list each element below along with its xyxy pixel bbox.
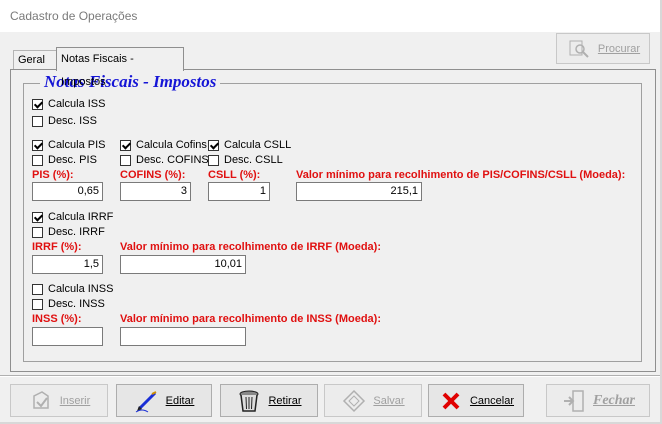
procurar-label: Procurar <box>597 42 641 55</box>
salvar-button[interactable]: Salvar <box>324 384 422 417</box>
insert-doc-icon <box>28 388 54 414</box>
desc-cofins-checkbox[interactable]: Desc. COFINS <box>120 154 209 166</box>
save-disk-icon <box>341 388 367 414</box>
checkbox-label: Calcula PIS <box>48 139 106 151</box>
calcula-inss-checkbox[interactable]: Calcula INSS <box>32 283 113 295</box>
checkbox-box <box>208 154 219 166</box>
desc-irrf-checkbox[interactable]: Desc. IRRF <box>32 226 105 238</box>
retirar-button[interactable]: Retirar <box>220 384 318 417</box>
calcula-iss-checkbox[interactable]: Calcula ISS <box>32 98 105 110</box>
calcula-irrf-checkbox[interactable]: Calcula IRRF <box>32 211 113 223</box>
retirar-label: Retirar <box>268 394 302 407</box>
desc-inss-checkbox[interactable]: Desc. INSS <box>32 298 105 310</box>
irrf-label: IRRF (%): <box>32 241 82 253</box>
checkbox-label: Calcula Cofins <box>136 139 207 151</box>
checkbox-box <box>32 139 43 151</box>
pis-label: PIS (%): <box>32 169 74 181</box>
desc-iss-checkbox[interactable]: Desc. ISS <box>32 115 97 127</box>
checkbox-label: Desc. CSLL <box>224 154 283 166</box>
checkbox-box <box>32 298 43 310</box>
cancel-x-icon <box>438 388 464 414</box>
checkbox-label: Desc. IRRF <box>48 226 105 238</box>
checkbox-label: Desc. PIS <box>48 154 97 166</box>
fechar-label: Fechar <box>593 392 635 408</box>
pcc-min-label: Valor mínimo para recolhimento de PIS/CO… <box>296 169 626 181</box>
salvar-label: Salvar <box>373 394 405 407</box>
irrf-min-label: Valor mínimo para recolhimento de IRRF (… <box>120 241 381 253</box>
search-icon <box>566 36 592 62</box>
pcc-min-input[interactable]: 215,1 <box>296 182 422 201</box>
csll-input[interactable]: 1 <box>208 182 270 201</box>
checkbox-label: Desc. ISS <box>48 115 97 127</box>
checkbox-box <box>32 98 43 110</box>
editar-button[interactable]: Editar <box>116 384 212 417</box>
checkbox-box <box>32 211 43 223</box>
irrf-min-input[interactable]: 10,01 <box>120 255 246 274</box>
pen-edit-icon <box>134 388 160 414</box>
trash-icon <box>236 388 262 414</box>
checkbox-box <box>32 283 43 295</box>
checkbox-box <box>32 154 43 166</box>
tab-geral-label: Geral <box>18 54 45 66</box>
cancelar-label: Cancelar <box>469 394 515 407</box>
procurar-button[interactable]: Procurar <box>556 33 650 64</box>
window-title: Cadastro de Operações <box>10 9 138 23</box>
calcula-pis-checkbox[interactable]: Calcula PIS <box>32 139 105 151</box>
cofins-label: COFINS (%): <box>120 169 186 181</box>
desc-pis-checkbox[interactable]: Desc. PIS <box>32 154 97 166</box>
checkbox-box <box>32 226 43 238</box>
title-bar: Cadastro de Operações <box>0 0 662 32</box>
desc-csll-checkbox[interactable]: Desc. CSLL <box>208 154 283 166</box>
inserir-button[interactable]: Inserir <box>10 384 108 417</box>
cofins-input[interactable]: 3 <box>120 182 191 201</box>
tab-geral[interactable]: Geral <box>13 50 57 70</box>
checkbox-label: Calcula IRRF <box>48 211 114 223</box>
checkbox-box <box>32 115 43 127</box>
editar-label: Editar <box>165 394 195 407</box>
inss-input[interactable] <box>32 327 103 346</box>
checkbox-box <box>120 154 131 166</box>
pis-input[interactable]: 0,65 <box>32 182 103 201</box>
inss-min-input[interactable] <box>120 327 246 346</box>
cancelar-button[interactable]: Cancelar <box>428 384 524 417</box>
checkbox-label: Desc. INSS <box>48 298 105 310</box>
fechar-button[interactable]: Fechar <box>546 384 650 417</box>
csll-label: CSLL (%): <box>208 169 261 181</box>
checkbox-label: Calcula CSLL <box>224 139 292 151</box>
inss-label: INSS (%): <box>32 313 82 325</box>
checkbox-label: Desc. COFINS <box>136 154 209 166</box>
irrf-input[interactable]: 1,5 <box>32 255 103 274</box>
checkbox-label: Calcula ISS <box>48 98 106 110</box>
inserir-label: Inserir <box>59 394 91 407</box>
divider-highlight <box>0 376 662 377</box>
calcula-cofins-checkbox[interactable]: Calcula Cofins <box>120 139 207 151</box>
checkbox-label: Calcula INSS <box>48 283 114 295</box>
exit-door-icon <box>561 388 587 414</box>
checkbox-box <box>120 139 131 151</box>
tab-notas-fiscais-impostos[interactable]: Notas Fiscais - Impostos <box>56 47 184 88</box>
checkbox-box <box>208 139 219 151</box>
calcula-csll-checkbox[interactable]: Calcula CSLL <box>208 139 291 151</box>
inss-min-label: Valor mínimo para recolhimento de INSS (… <box>120 313 381 325</box>
